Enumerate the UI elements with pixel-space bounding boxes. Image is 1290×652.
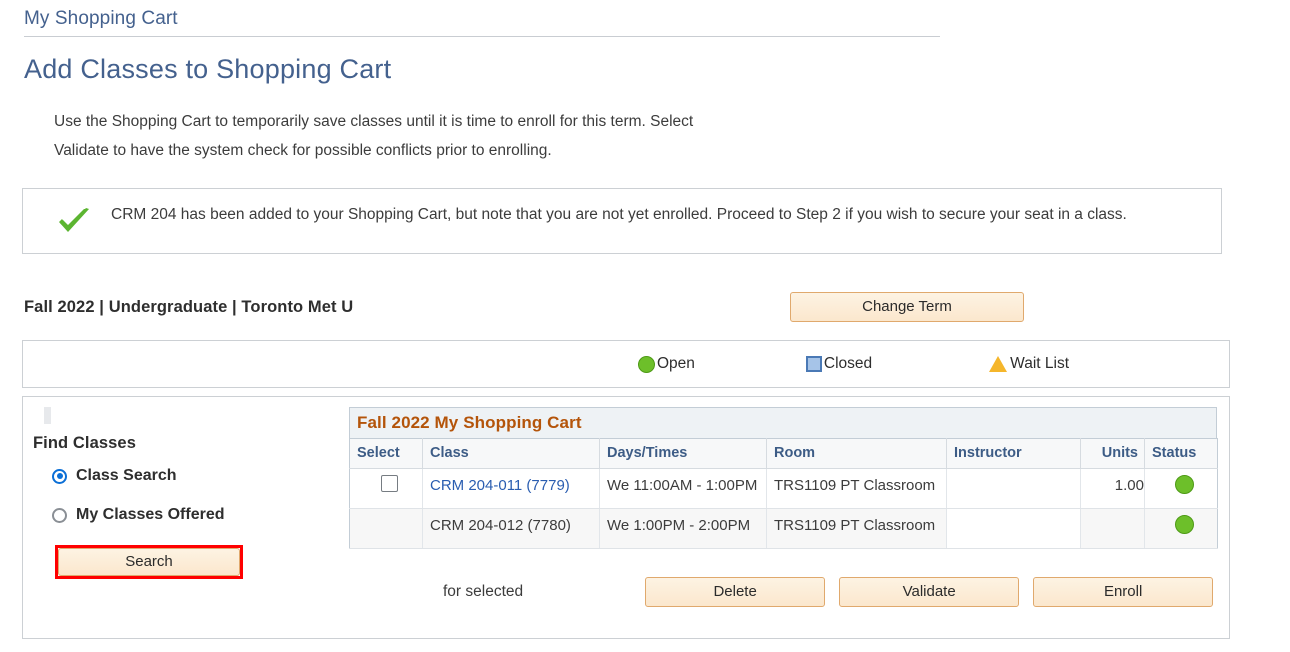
page-title: Add Classes to Shopping Cart bbox=[24, 54, 1290, 85]
table-header-row: Select Class Days/Times Room Instructor … bbox=[350, 439, 1218, 469]
term-row: Fall 2022 | Undergraduate | Toronto Met … bbox=[24, 292, 1024, 322]
radio-label-my-classes-offered: My Classes Offered bbox=[76, 506, 225, 524]
column-header-instructor: Instructor bbox=[947, 439, 1081, 469]
legend-label-closed: Closed bbox=[824, 355, 872, 373]
column-header-room: Room bbox=[767, 439, 947, 469]
search-button[interactable]: Search bbox=[58, 548, 240, 576]
intro-text: Use the Shopping Cart to temporarily sav… bbox=[54, 107, 834, 165]
shopping-cart-panel: Find Classes Class Search My Classes Off… bbox=[22, 396, 1230, 639]
units-cell: 1.00 bbox=[1081, 469, 1145, 509]
shopping-cart-table: Select Class Days/Times Room Instructor … bbox=[349, 438, 1218, 549]
legend-item-closed: Closed bbox=[806, 355, 872, 373]
status-cell bbox=[1145, 509, 1218, 549]
row-checkbox[interactable] bbox=[381, 475, 398, 492]
legend-label-open: Open bbox=[657, 355, 695, 373]
cart-title: Fall 2022 My Shopping Cart bbox=[349, 407, 1217, 438]
success-message-text: CRM 204 has been added to your Shopping … bbox=[111, 203, 1127, 227]
column-header-units: Units bbox=[1081, 439, 1145, 469]
radio-option-my-classes-offered[interactable]: My Classes Offered bbox=[52, 506, 343, 524]
days-times-cell: We 1:00PM - 2:00PM bbox=[600, 509, 767, 549]
delete-button[interactable]: Delete bbox=[645, 577, 825, 607]
orange-triangle-icon bbox=[989, 356, 1007, 372]
column-header-status: Status bbox=[1145, 439, 1218, 469]
cart-table-wrapper: Fall 2022 My Shopping Cart Select Class … bbox=[349, 407, 1217, 549]
find-classes-heading: Find Classes bbox=[33, 434, 343, 453]
for-selected-label: for selected bbox=[443, 583, 523, 601]
validate-button[interactable]: Validate bbox=[839, 577, 1019, 607]
instructor-cell bbox=[947, 469, 1081, 509]
legend-label-wait-list: Wait List bbox=[1010, 355, 1069, 373]
intro-line-2: Validate to have the system check for po… bbox=[54, 136, 834, 165]
status-legend-panel: Open Closed Wait List bbox=[22, 340, 1230, 388]
class-link[interactable]: CRM 204-011 (7779) bbox=[430, 477, 570, 494]
green-circle-icon bbox=[638, 356, 655, 373]
search-button-highlight: Search bbox=[55, 545, 243, 579]
radio-label-class-search: Class Search bbox=[76, 467, 177, 485]
section-marker bbox=[44, 407, 51, 424]
column-header-select: Select bbox=[350, 439, 423, 469]
radio-my-classes-offered[interactable] bbox=[52, 508, 67, 523]
days-times-cell: We 11:00AM - 1:00PM bbox=[600, 469, 767, 509]
units-cell bbox=[1081, 509, 1145, 549]
intro-line-1: Use the Shopping Cart to temporarily sav… bbox=[54, 107, 834, 136]
radio-class-search[interactable] bbox=[52, 469, 67, 484]
status-open-icon bbox=[1175, 515, 1194, 534]
change-term-button[interactable]: Change Term bbox=[790, 292, 1024, 322]
table-row: CRM 204-012 (7780) We 1:00PM - 2:00PM TR… bbox=[350, 509, 1218, 549]
breadcrumb-link-my-shopping-cart[interactable]: My Shopping Cart bbox=[24, 8, 178, 30]
radio-option-class-search[interactable]: Class Search bbox=[52, 467, 343, 485]
select-cell[interactable] bbox=[350, 469, 423, 509]
term-label: Fall 2022 | Undergraduate | Toronto Met … bbox=[24, 298, 353, 317]
column-header-days-times: Days/Times bbox=[600, 439, 767, 469]
room-cell: TRS1109 PT Classroom bbox=[767, 509, 947, 549]
table-row: CRM 204-011 (7779) We 11:00AM - 1:00PM T… bbox=[350, 469, 1218, 509]
blue-square-icon bbox=[806, 356, 822, 372]
legend-item-wait-list: Wait List bbox=[989, 355, 1069, 373]
breadcrumb-divider bbox=[24, 36, 940, 37]
enroll-button[interactable]: Enroll bbox=[1033, 577, 1213, 607]
breadcrumb: My Shopping Cart bbox=[0, 0, 1290, 30]
cart-action-row: for selected Delete Validate Enroll bbox=[349, 577, 1225, 607]
select-cell bbox=[350, 509, 423, 549]
room-cell: TRS1109 PT Classroom bbox=[767, 469, 947, 509]
legend-item-open: Open bbox=[638, 355, 695, 373]
status-cell bbox=[1145, 469, 1218, 509]
find-classes-section: Find Classes Class Search My Classes Off… bbox=[33, 407, 343, 579]
column-header-class: Class bbox=[423, 439, 600, 469]
success-message-box: CRM 204 has been added to your Shopping … bbox=[22, 188, 1222, 254]
class-cell: CRM 204-012 (7780) bbox=[423, 509, 600, 549]
status-open-icon bbox=[1175, 475, 1194, 494]
class-cell: CRM 204-011 (7779) bbox=[423, 469, 600, 509]
instructor-cell bbox=[947, 509, 1081, 549]
green-check-icon bbox=[57, 207, 91, 237]
